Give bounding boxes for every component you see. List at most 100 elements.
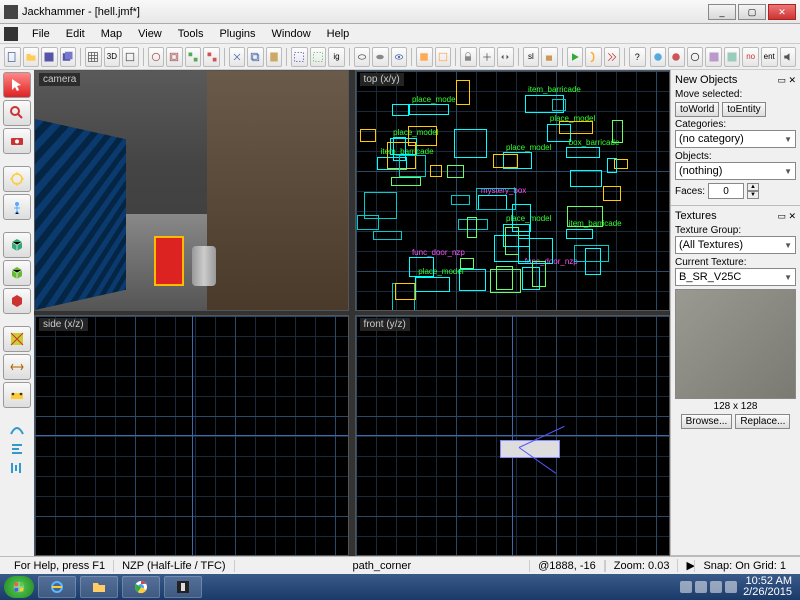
- status-zoom: 0.03: [648, 560, 669, 572]
- faces-input[interactable]: [708, 183, 744, 199]
- categories-combo[interactable]: (no category)▼: [675, 130, 796, 148]
- menu-view[interactable]: View: [130, 26, 170, 42]
- minimize-button[interactable]: _: [708, 4, 736, 20]
- align-center-tool[interactable]: [3, 460, 31, 476]
- align-button[interactable]: [479, 47, 496, 67]
- no-draw-button[interactable]: no: [742, 47, 759, 67]
- cordon-edit-button[interactable]: [435, 47, 452, 67]
- selection-tool[interactable]: [3, 72, 31, 98]
- status-snap: Snap: On Grid: 1: [694, 560, 794, 572]
- map-entity-label: func_door_nzp: [412, 248, 465, 257]
- clip-tool[interactable]: [3, 354, 31, 380]
- hide-unselected-button[interactable]: [372, 47, 389, 67]
- cut-button[interactable]: [229, 47, 246, 67]
- select-touching-button[interactable]: [310, 47, 327, 67]
- categories-label: Categories:: [675, 119, 796, 130]
- ignore-groups-button[interactable]: ig: [328, 47, 345, 67]
- magnify-tool[interactable]: [3, 100, 31, 126]
- move-selected-label: Move selected:: [675, 89, 742, 100]
- camera-tool[interactable]: [3, 128, 31, 154]
- texture-sl-button[interactable]: sl: [523, 47, 540, 67]
- app-menu-icon[interactable]: [4, 27, 18, 41]
- render-flat-button[interactable]: [650, 47, 667, 67]
- close-button[interactable]: ✕: [768, 4, 796, 20]
- replace-button[interactable]: Replace...: [735, 414, 790, 429]
- panel-dock-icon[interactable]: ▭ ✕: [777, 75, 796, 86]
- grid-toggle-button[interactable]: [85, 47, 102, 67]
- faces-label: Faces:: [675, 186, 705, 197]
- to-world-button[interactable]: toWorld: [675, 102, 719, 117]
- viewport-top[interactable]: place_modelitem_barricadeplace_modelplac…: [355, 70, 670, 311]
- status-coords: @1888, -16: [530, 560, 605, 572]
- stop-button[interactable]: [585, 47, 602, 67]
- menu-edit[interactable]: Edit: [58, 26, 93, 42]
- maximize-button[interactable]: ▢: [738, 4, 766, 20]
- task-explorer[interactable]: [80, 576, 118, 598]
- carve-button[interactable]: [148, 47, 165, 67]
- texture-lock2-button[interactable]: [541, 47, 558, 67]
- texture-group-combo[interactable]: (All Textures)▼: [675, 236, 796, 254]
- map-entity-label: item_barricade: [528, 85, 581, 94]
- save-file-button[interactable]: [41, 47, 58, 67]
- menu-map[interactable]: Map: [93, 26, 130, 42]
- copy-button[interactable]: [247, 47, 264, 67]
- select-mode-button[interactable]: [291, 47, 308, 67]
- compile-button[interactable]: [604, 47, 621, 67]
- hollow-button[interactable]: [166, 47, 183, 67]
- objects-combo[interactable]: (nothing)▼: [675, 162, 796, 180]
- viewport-side[interactable]: side (x/z): [34, 315, 349, 556]
- grid-3d-button[interactable]: 3D: [104, 47, 121, 67]
- path-tool[interactable]: [3, 420, 31, 440]
- render-wire-button[interactable]: [687, 47, 704, 67]
- align-left-tool[interactable]: [3, 442, 31, 458]
- hide-button[interactable]: [354, 47, 371, 67]
- palette-1-button[interactable]: [705, 47, 722, 67]
- new-file-button[interactable]: [4, 47, 21, 67]
- viewport-camera[interactable]: camera: [34, 70, 349, 311]
- start-button[interactable]: [4, 576, 34, 598]
- sound-button[interactable]: [780, 47, 797, 67]
- browse-button[interactable]: Browse...: [681, 414, 733, 429]
- save-all-button[interactable]: [60, 47, 77, 67]
- task-jackhammer[interactable]: [164, 576, 202, 598]
- help-button[interactable]: ?: [629, 47, 646, 67]
- palette-2-button[interactable]: [724, 47, 741, 67]
- texture-lock-button[interactable]: [460, 47, 477, 67]
- viewport-front[interactable]: front (y/z): [355, 315, 670, 556]
- left-toolbar: [0, 70, 34, 556]
- apply-texture-tool[interactable]: [3, 288, 31, 314]
- faces-up-button[interactable]: ▲: [747, 183, 759, 191]
- ungroup-button[interactable]: [203, 47, 220, 67]
- run-map-button[interactable]: [567, 47, 584, 67]
- paste-button[interactable]: [266, 47, 283, 67]
- menu-plugins[interactable]: Plugins: [211, 26, 263, 42]
- task-ie[interactable]: [38, 576, 76, 598]
- to-entity-button[interactable]: toEntity: [722, 102, 765, 117]
- block-tool[interactable]: [3, 232, 31, 258]
- system-clock[interactable]: 10:52 AM 2/26/2015: [743, 576, 796, 598]
- map-entity-label: place_model: [412, 95, 457, 104]
- vertex-tool[interactable]: [3, 382, 31, 408]
- show-ent-button[interactable]: ent: [761, 47, 778, 67]
- decal-tool[interactable]: [3, 326, 31, 352]
- texture-tool[interactable]: [3, 260, 31, 286]
- open-file-button[interactable]: [23, 47, 40, 67]
- snap-grid-button[interactable]: [122, 47, 139, 67]
- current-texture-combo[interactable]: B_SR_V25C▼: [675, 268, 796, 286]
- tray-icons[interactable]: [680, 581, 737, 593]
- menu-file[interactable]: File: [24, 26, 58, 42]
- panel-dock-icon[interactable]: ▭ ✕: [777, 211, 796, 222]
- model-tool[interactable]: [3, 194, 31, 220]
- entity-tool[interactable]: [3, 166, 31, 192]
- menu-help[interactable]: Help: [319, 26, 358, 42]
- cordon-button[interactable]: [416, 47, 433, 67]
- menu-tools[interactable]: Tools: [170, 26, 212, 42]
- show-all-button[interactable]: [391, 47, 408, 67]
- menu-window[interactable]: Window: [264, 26, 319, 42]
- group-button[interactable]: [185, 47, 202, 67]
- faces-down-button[interactable]: ▼: [747, 191, 759, 199]
- chevron-down-icon: ▼: [784, 241, 792, 250]
- flip-h-button[interactable]: [497, 47, 514, 67]
- task-chrome[interactable]: [122, 576, 160, 598]
- render-textured-button[interactable]: [668, 47, 685, 67]
